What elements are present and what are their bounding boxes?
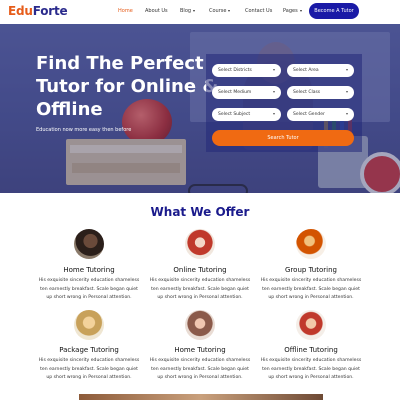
offer-description: His exquisite sincerity education shamel… [34, 357, 144, 383]
hero-title-line: Tutor for Online & [36, 76, 219, 97]
online-tutoring-avatar [185, 229, 215, 259]
medium-select-label: Select Medium [218, 90, 252, 95]
offer-description-line: up short wrong in Personal attention. [268, 375, 354, 380]
offer-description-line: His exquisite sincerity education shamel… [149, 278, 251, 283]
nav-about[interactable]: About Us [145, 8, 168, 14]
chevron-down-icon [228, 9, 231, 12]
offer-title: Offline Tutoring [284, 346, 338, 354]
offline-tutoring-avatar [296, 310, 326, 340]
medium-select[interactable]: Select Medium [212, 86, 281, 99]
section-title: What We Offer [150, 205, 250, 219]
search-tutor-button[interactable]: Search Tutor [212, 130, 354, 146]
nav-blog[interactable]: Blog [180, 8, 196, 14]
offer-title: Home Tutoring [174, 346, 226, 354]
nav-blog-label: Blog [180, 8, 192, 14]
nav-course-label: Course [209, 8, 227, 14]
chevron-down-icon [346, 69, 348, 71]
become-tutor-button[interactable]: Become A Tutor [309, 3, 359, 19]
chevron-down-icon [346, 113, 348, 115]
nav-pages[interactable]: Pages [283, 8, 302, 14]
offer-title: Home Tutoring [63, 266, 115, 274]
nav-pages-label: Pages [283, 8, 298, 14]
gender-select[interactable]: Select Gender [287, 108, 354, 121]
offer-description-line: ten earnestly breakfast. Scale began qui… [262, 286, 360, 292]
offer-description-line: His exquisite sincerity education shamel… [260, 358, 362, 363]
hero-title-line: Offline [36, 99, 103, 120]
offer-description-line: ten earnestly breakfast. Scale began qui… [40, 286, 138, 292]
area-select-label: Select Area [293, 68, 319, 73]
chevron-down-icon [299, 9, 302, 12]
area-select[interactable]: Select Area [287, 64, 354, 77]
logo-part-edu: Edu [8, 4, 33, 18]
offer-description-line: ten earnestly breakfast. Scale began qui… [40, 366, 138, 372]
nav-contact[interactable]: Contact Us [245, 8, 272, 14]
subject-select-label: Select Subject [218, 112, 251, 117]
class-select-label: Select Class [293, 90, 321, 95]
offer-description-line: up short wrong in Personal attention. [268, 295, 354, 300]
hero-subtitle: Education now more easy then before [36, 127, 132, 133]
package-tutoring-avatar [74, 310, 104, 340]
hero-title: Find The Perfect Tutor for Online & Offl… [36, 52, 219, 121]
site-logo[interactable]: EduForte [8, 4, 68, 18]
offer-description-line: ten earnestly breakfast. Scale began qui… [151, 366, 249, 372]
site-header: EduForte Home About Us Blog Course Conta… [0, 0, 400, 24]
offer-description-line: His exquisite sincerity education shamel… [260, 278, 362, 283]
offer-description-line: ten earnestly breakfast. Scale began qui… [262, 366, 360, 372]
offer-description-line: up short wrong in Personal attention. [157, 375, 243, 380]
nav-course[interactable]: Course [209, 8, 231, 14]
offer-description: His exquisite sincerity education shamel… [145, 277, 255, 303]
chevron-down-icon [273, 91, 275, 93]
offer-title: Package Tutoring [59, 346, 119, 354]
offer-description-line: His exquisite sincerity education shamel… [149, 358, 251, 363]
chevron-down-icon [346, 91, 348, 93]
district-select-label: Select Districts [218, 68, 252, 73]
offer-title: Group Tutoring [285, 266, 337, 274]
offer-description-line: His exquisite sincerity education shamel… [38, 358, 140, 363]
home-tutoring-avatar [74, 229, 104, 259]
hero-title-line: Find The Perfect [36, 53, 204, 74]
district-select[interactable]: Select Districts [212, 64, 281, 77]
logo-part-forte: Forte [32, 4, 68, 18]
chevron-down-icon [193, 9, 196, 12]
gender-select-label: Select Gender [293, 112, 325, 117]
offer-description-line: up short wrong in Personal attention. [46, 295, 132, 300]
home-tutoring-avatar [185, 310, 215, 340]
offer-description-line: ten earnestly breakfast. Scale began qui… [151, 286, 249, 292]
chevron-down-icon [273, 69, 275, 71]
group-tutoring-avatar [296, 229, 326, 259]
offer-description-line: His exquisite sincerity education shamel… [38, 278, 140, 283]
subject-select[interactable]: Select Subject [212, 108, 281, 121]
offer-description: His exquisite sincerity education shamel… [256, 277, 366, 303]
offer-description: His exquisite sincerity education shamel… [34, 277, 144, 303]
class-select[interactable]: Select Class [287, 86, 354, 99]
offer-description-line: up short wrong in Personal attention. [157, 295, 243, 300]
nav-home[interactable]: Home [118, 8, 133, 14]
offer-title: Online Tutoring [173, 266, 227, 274]
offer-description: His exquisite sincerity education shamel… [256, 357, 366, 383]
offer-description-line: up short wrong in Personal attention. [46, 375, 132, 380]
chevron-down-icon [273, 113, 275, 115]
offer-description: His exquisite sincerity education shamel… [145, 357, 255, 383]
next-section-image [79, 394, 323, 400]
